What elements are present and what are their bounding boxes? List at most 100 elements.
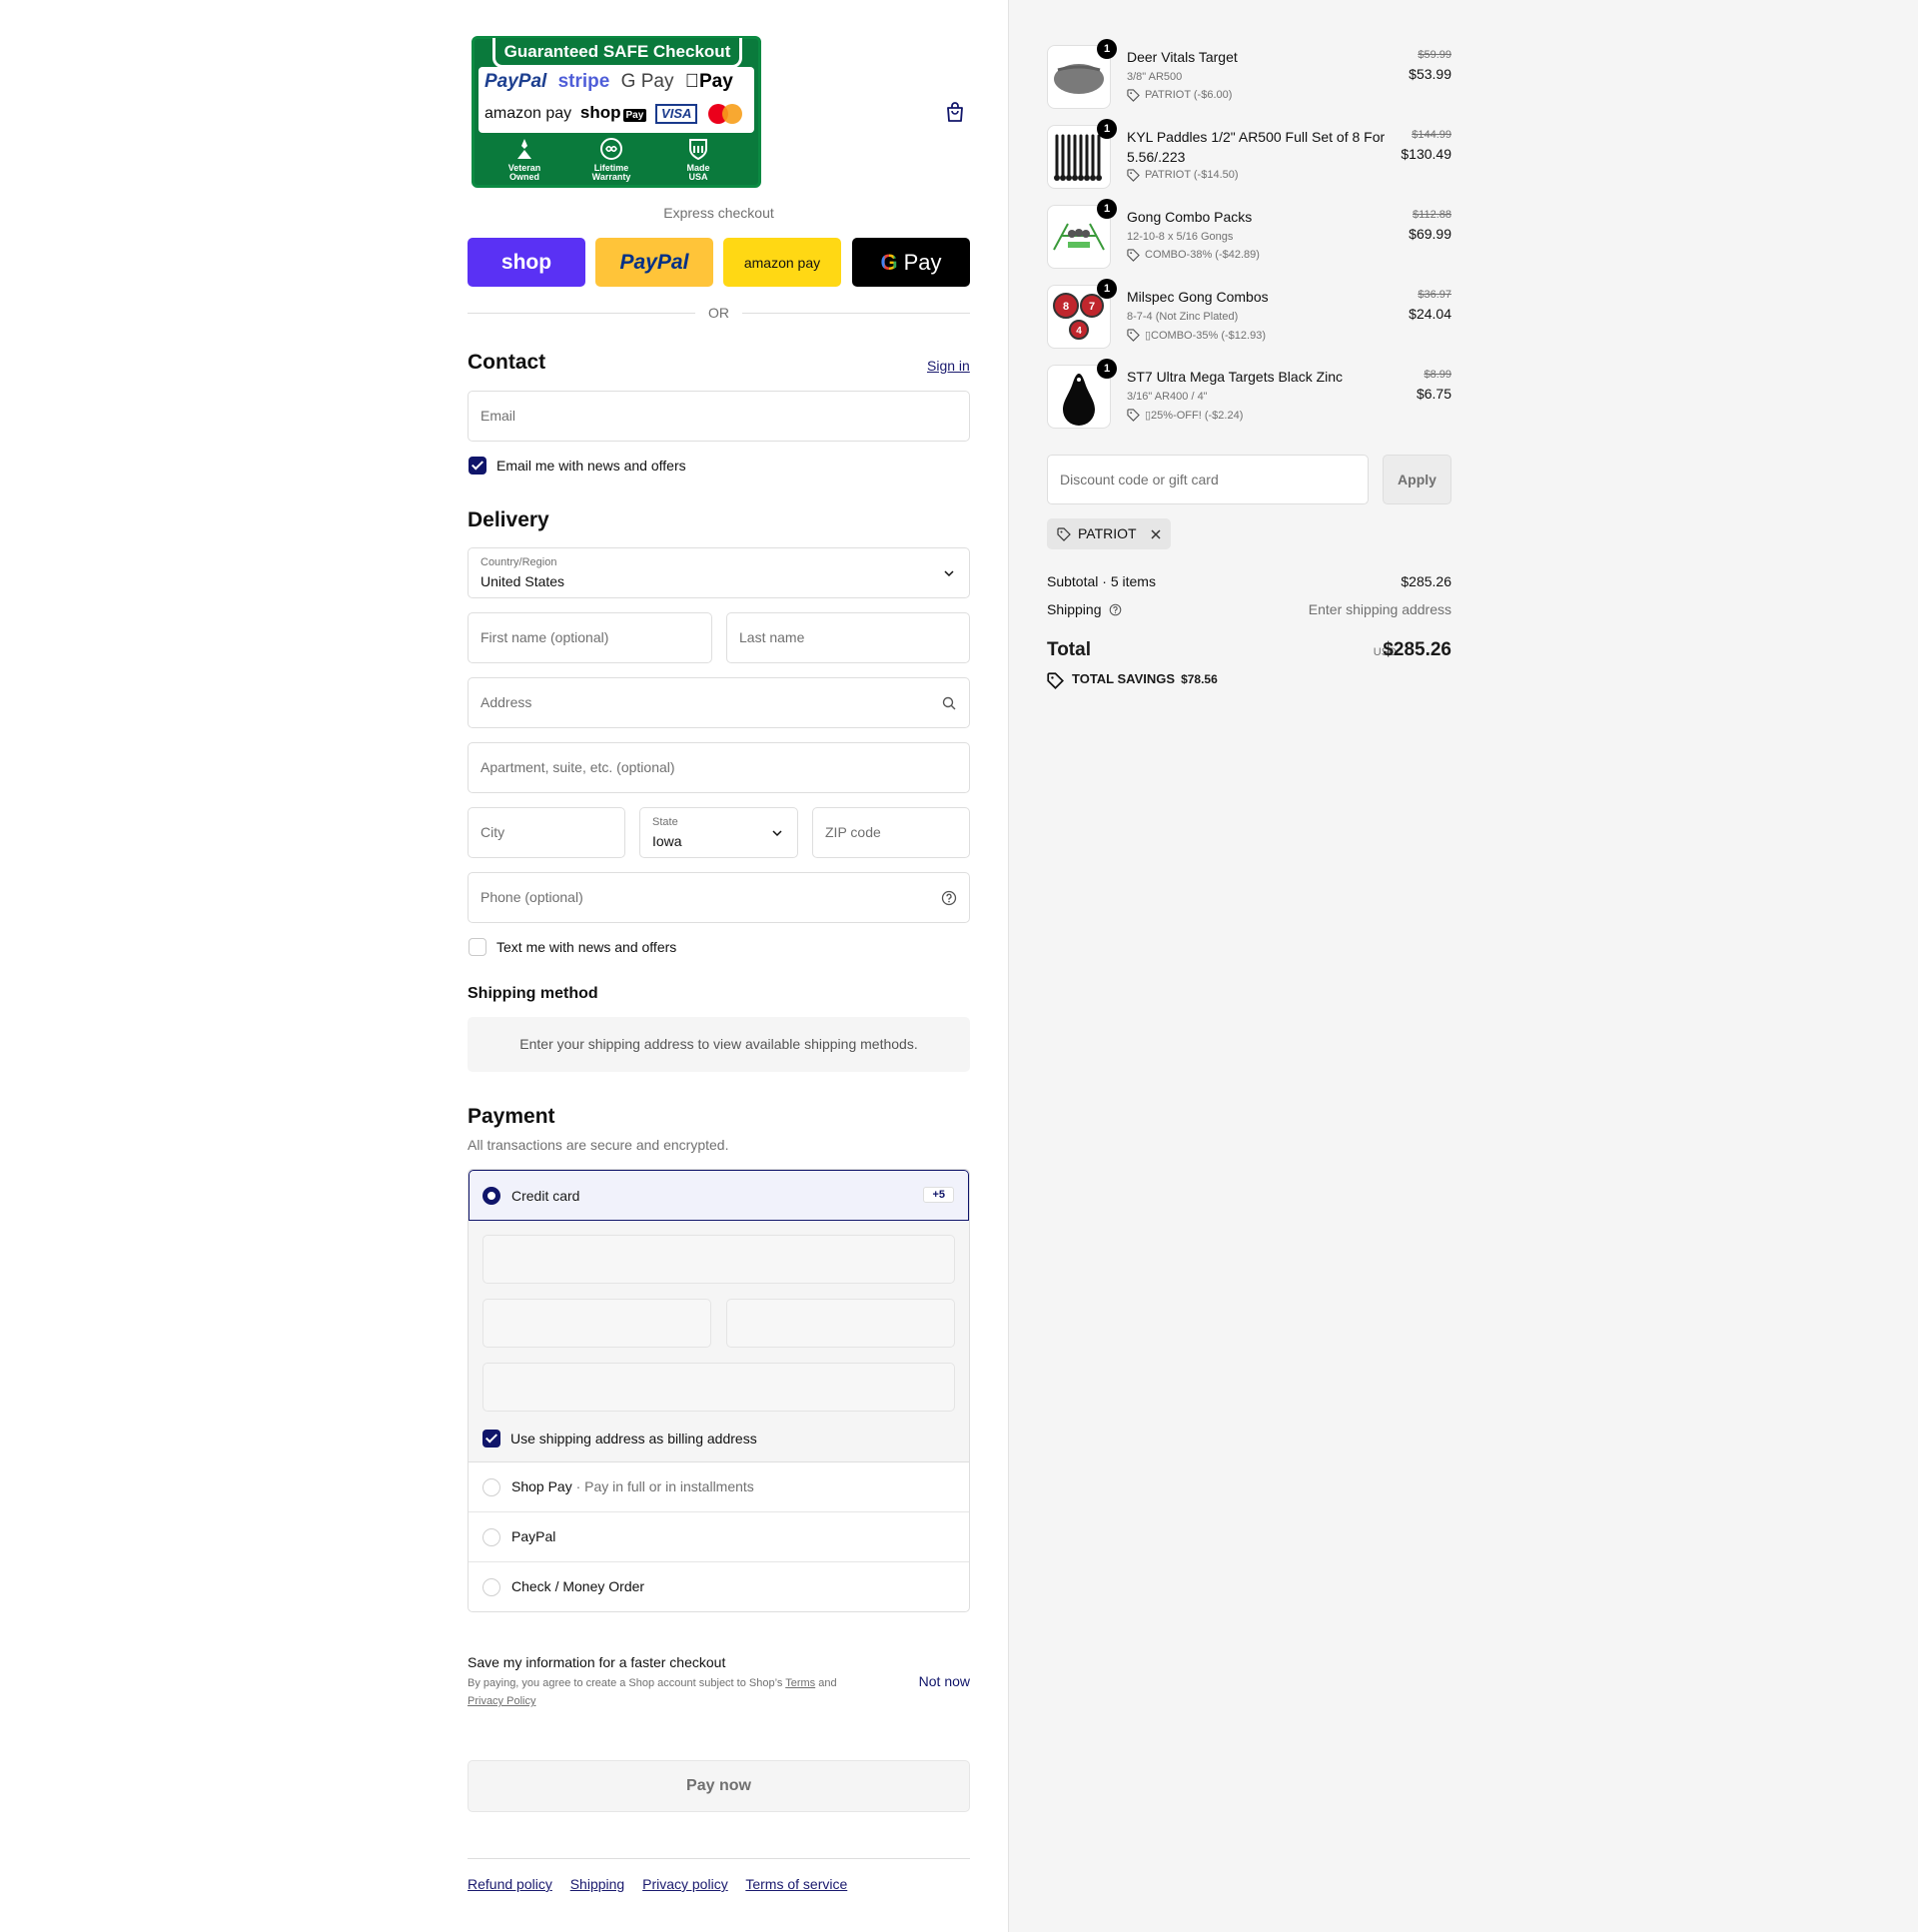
refund-policy-link[interactable]: Refund policy	[468, 1876, 552, 1892]
discount-code-input[interactable]: Discount code or gift card	[1047, 455, 1369, 504]
first-name-field[interactable]: First name (optional)	[468, 612, 712, 663]
payment-logos-panel: PayPal stripe G Pay Pay amazon pay shop…	[479, 67, 754, 133]
save-info-description: By paying, you agree to create a Shop ac…	[468, 1677, 837, 1707]
product-thumbnail: 1	[1047, 359, 1117, 429]
billing-address-label: Use shipping address as billing address	[510, 1431, 757, 1447]
close-icon[interactable]	[1150, 528, 1162, 540]
paypal-option[interactable]: PayPal	[469, 1512, 969, 1562]
address-field[interactable]: Address	[468, 677, 970, 728]
apple-pay-logo: Pay	[684, 71, 733, 92]
svg-text:8: 8	[1063, 301, 1069, 313]
item-name: Gong Combo Packs	[1127, 209, 1253, 225]
item-variant: 3/16" AR400 / 4"	[1127, 391, 1208, 403]
security-code-field[interactable]	[726, 1299, 955, 1348]
pay-now-button[interactable]: Pay now	[468, 1760, 970, 1812]
item-variant: 12-10-8 x 5/16 Gongs	[1127, 231, 1234, 243]
amazon-pay-logo: amazon pay	[484, 105, 572, 122]
apartment-field[interactable]: Apartment, suite, etc. (optional)	[468, 742, 970, 793]
google-g-icon: G	[880, 249, 898, 275]
item-name: Deer Vitals Target	[1127, 49, 1238, 65]
checkout-main-column	[0, 0, 1008, 1932]
chevron-down-icon	[944, 570, 954, 577]
quantity-badge: 1	[1097, 39, 1117, 59]
email-field[interactable]: Email	[468, 391, 970, 442]
save-info-title: Save my information for a faster checkou…	[468, 1654, 726, 1670]
privacy-policy-link[interactable]: Privacy policy	[642, 1876, 728, 1892]
check-money-order-radio[interactable]	[482, 1578, 500, 1596]
more-cards-badge: +5	[923, 1187, 954, 1203]
shop-pay-radio[interactable]	[482, 1478, 500, 1496]
product-thumbnail: 1	[1047, 199, 1117, 269]
billing-address-checkbox[interactable]	[482, 1430, 500, 1448]
line-item: 1 KYL Paddles 1/2" AR500 Full Set of 8 F…	[1047, 119, 1451, 189]
paypal-logo: PayPal	[484, 71, 547, 92]
phone-field[interactable]: Phone (optional)	[468, 872, 970, 923]
delivery-heading: Delivery	[468, 508, 549, 531]
item-original-price: $112.88	[1413, 209, 1451, 221]
shop-privacy-link[interactable]: Privacy Policy	[468, 1695, 535, 1707]
shipping-value: Enter shipping address	[1308, 601, 1451, 617]
not-now-button[interactable]: Not now	[919, 1673, 970, 1689]
footer-divider	[468, 1858, 970, 1859]
total-value: $285.26	[1383, 639, 1451, 660]
store-logo-badge[interactable]: Guaranteed SAFE Checkout PayPal stripe G…	[472, 36, 761, 188]
item-price: $24.04	[1409, 306, 1451, 322]
city-field[interactable]: City	[468, 807, 625, 858]
item-discount: COMBO-38% (-$42.89)	[1127, 249, 1260, 262]
credit-card-radio[interactable]	[482, 1187, 500, 1205]
payment-logos-row-1: PayPal stripe G Pay Pay	[484, 71, 733, 93]
terms-of-service-link[interactable]: Terms of service	[745, 1876, 847, 1892]
name-on-card-field[interactable]	[482, 1363, 955, 1412]
line-item: 8 7 4 1 Milspec Gong Combos 8-7-4 (Not Z…	[1047, 279, 1451, 349]
svg-text:4: 4	[1076, 326, 1082, 337]
footer-links: Refund policy Shipping Privacy policy Te…	[468, 1876, 861, 1892]
shop-pay-logo: shop Pay	[580, 103, 647, 122]
help-icon[interactable]	[941, 890, 957, 906]
text-news-checkbox[interactable]	[469, 938, 486, 956]
quantity-badge: 1	[1097, 279, 1117, 299]
state-select[interactable]: State Iowa	[639, 807, 798, 858]
chevron-down-icon	[772, 830, 782, 837]
check-money-order-option[interactable]: Check / Money Order	[469, 1562, 969, 1611]
item-discount: PATRIOT (-$14.50)	[1127, 169, 1239, 182]
lifetime-warranty-icon: Lifetime Warranty	[576, 137, 646, 182]
product-thumbnail: 8 7 4 1	[1047, 279, 1117, 349]
paypal-radio[interactable]	[482, 1528, 500, 1546]
item-discount: ▯⁠COMBO-35% (-$12.93)	[1127, 329, 1266, 342]
total-label: Total	[1047, 639, 1091, 660]
shop-terms-link[interactable]: Terms	[785, 1677, 815, 1689]
tag-icon	[1057, 527, 1071, 541]
product-thumbnail: 1	[1047, 39, 1117, 109]
expiration-date-field[interactable]	[482, 1299, 711, 1348]
item-discount: ▯⁠25%-OFF! (-$2.24)	[1127, 409, 1243, 422]
or-label: OR	[708, 305, 729, 321]
shopping-bag-icon[interactable]	[943, 100, 967, 124]
item-price: $130.49	[1401, 146, 1451, 162]
google-pay-logo: G Pay	[620, 71, 674, 92]
payment-methods: Credit card +5 Use shipping address as b…	[468, 1169, 970, 1612]
zip-code-field[interactable]: ZIP code	[812, 807, 970, 858]
quantity-badge: 1	[1097, 119, 1117, 139]
shop-pay-express-button[interactable]: shop	[468, 238, 585, 287]
country-select[interactable]: Country/Region United States	[468, 547, 970, 598]
apply-discount-button[interactable]: Apply	[1383, 455, 1451, 504]
paypal-express-button[interactable]: PayPal	[595, 238, 713, 287]
shop-pay-option[interactable]: Shop Pay · Pay in full or in installment…	[469, 1462, 969, 1512]
sign-in-link[interactable]: Sign in	[927, 358, 970, 374]
tag-icon	[1127, 409, 1140, 422]
line-item: 1 ST7 Ultra Mega Targets Black Zinc 3/16…	[1047, 359, 1451, 429]
help-icon[interactable]	[1109, 603, 1122, 616]
last-name-field[interactable]: Last name	[726, 612, 970, 663]
trust-icons: Veteran Owned Lifetime Warranty Made USA	[475, 135, 758, 185]
google-pay-express-button[interactable]: G Pay	[852, 238, 970, 287]
total-savings: TOTAL SAVINGS $78.56	[1047, 671, 1218, 689]
email-news-checkbox[interactable]	[469, 457, 486, 475]
made-usa-icon: Made USA	[663, 137, 733, 182]
credit-card-option[interactable]: Credit card +5	[469, 1170, 969, 1221]
shipping-policy-link[interactable]: Shipping	[570, 1876, 625, 1892]
applied-discount-chip: PATRIOT	[1047, 518, 1171, 549]
svg-text:7: 7	[1089, 301, 1095, 313]
amazon-pay-express-button[interactable]: amazon pay	[723, 238, 841, 287]
card-number-field[interactable]	[482, 1235, 955, 1284]
item-price: $53.99	[1409, 66, 1451, 82]
